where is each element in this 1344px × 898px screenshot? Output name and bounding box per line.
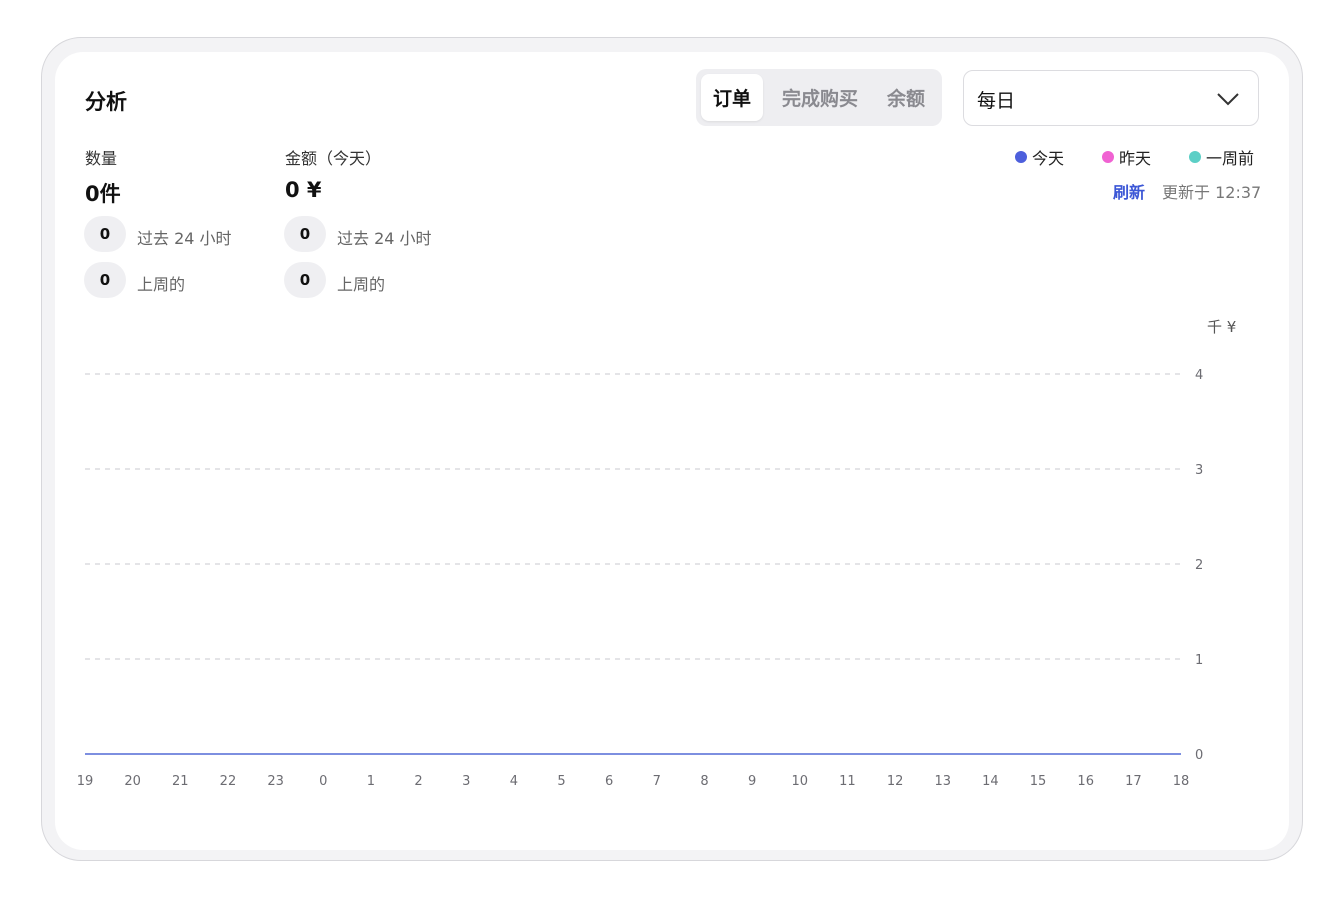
x-tick-label: 1: [367, 774, 375, 789]
x-tick-label: 17: [1125, 774, 1142, 789]
x-tick-label: 20: [124, 774, 141, 789]
x-tick-label: 2: [414, 774, 422, 789]
x-tick-label: 21: [172, 774, 189, 789]
x-tick-label: 0: [319, 774, 327, 789]
x-tick-label: 15: [1030, 774, 1047, 789]
x-tick-label: 12: [887, 774, 904, 789]
y-tick-label: 4: [1195, 368, 1203, 383]
x-tick-label: 11: [839, 774, 856, 789]
x-tick-label: 4: [510, 774, 518, 789]
x-tick-label: 8: [700, 774, 708, 789]
y-tick-label: 0: [1195, 748, 1203, 763]
y-tick-label: 2: [1195, 558, 1203, 573]
x-tick-label: 7: [653, 774, 661, 789]
x-tick-label: 6: [605, 774, 613, 789]
y-tick-label: 3: [1195, 463, 1203, 478]
x-tick-label: 5: [557, 774, 565, 789]
x-tick-label: 19: [77, 774, 94, 789]
x-tick-label: 14: [982, 774, 999, 789]
analytics-card: 分析 订单 完成购买 余额 每日 数量 0件 0 过去 24 小时 0 上周的 …: [55, 52, 1289, 850]
x-tick-label: 18: [1173, 774, 1190, 789]
x-tick-label: 13: [934, 774, 951, 789]
x-tick-label: 22: [220, 774, 237, 789]
x-tick-label: 10: [792, 774, 809, 789]
x-tick-label: 3: [462, 774, 470, 789]
line-chart: 0123419 20 21 22 23 0 1 2 3 4 5 6 7 8 9 10 11 12 13 14 15 16 1…: [77, 368, 1204, 789]
x-tick-label: 23: [267, 774, 284, 789]
x-tick-label: 9: [748, 774, 756, 789]
x-tick-label: 16: [1077, 774, 1094, 789]
y-tick-label: 1: [1195, 653, 1203, 668]
